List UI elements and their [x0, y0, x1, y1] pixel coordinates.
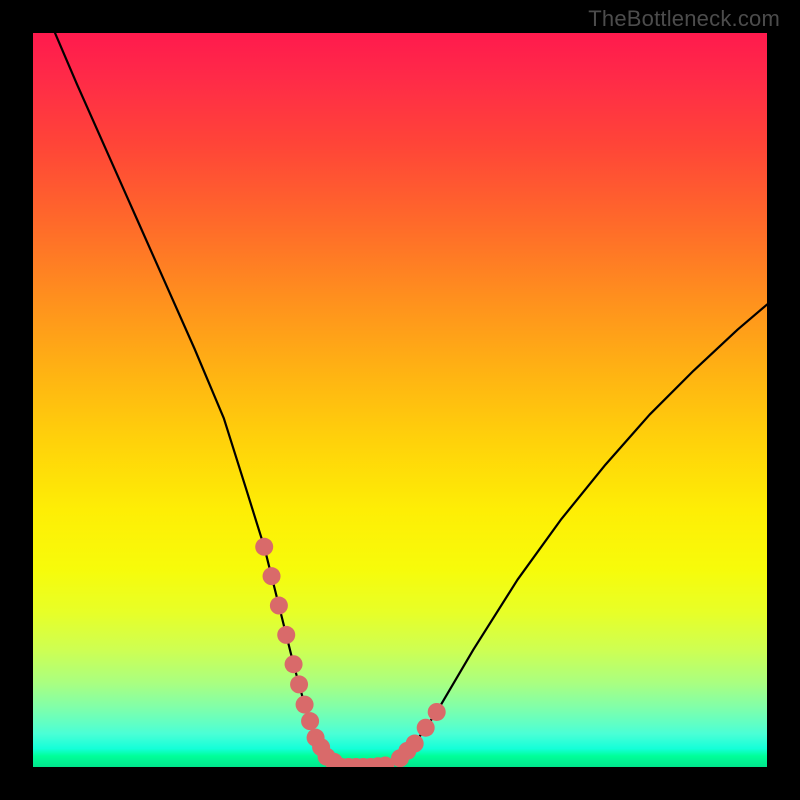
watermark-text: TheBottleneck.com: [588, 6, 780, 32]
plot-area: [33, 33, 767, 767]
curve-main: [55, 33, 767, 767]
chart-frame: TheBottleneck.com: [0, 0, 800, 800]
chart-svg: [33, 33, 767, 767]
curve-highlights: [255, 538, 445, 767]
